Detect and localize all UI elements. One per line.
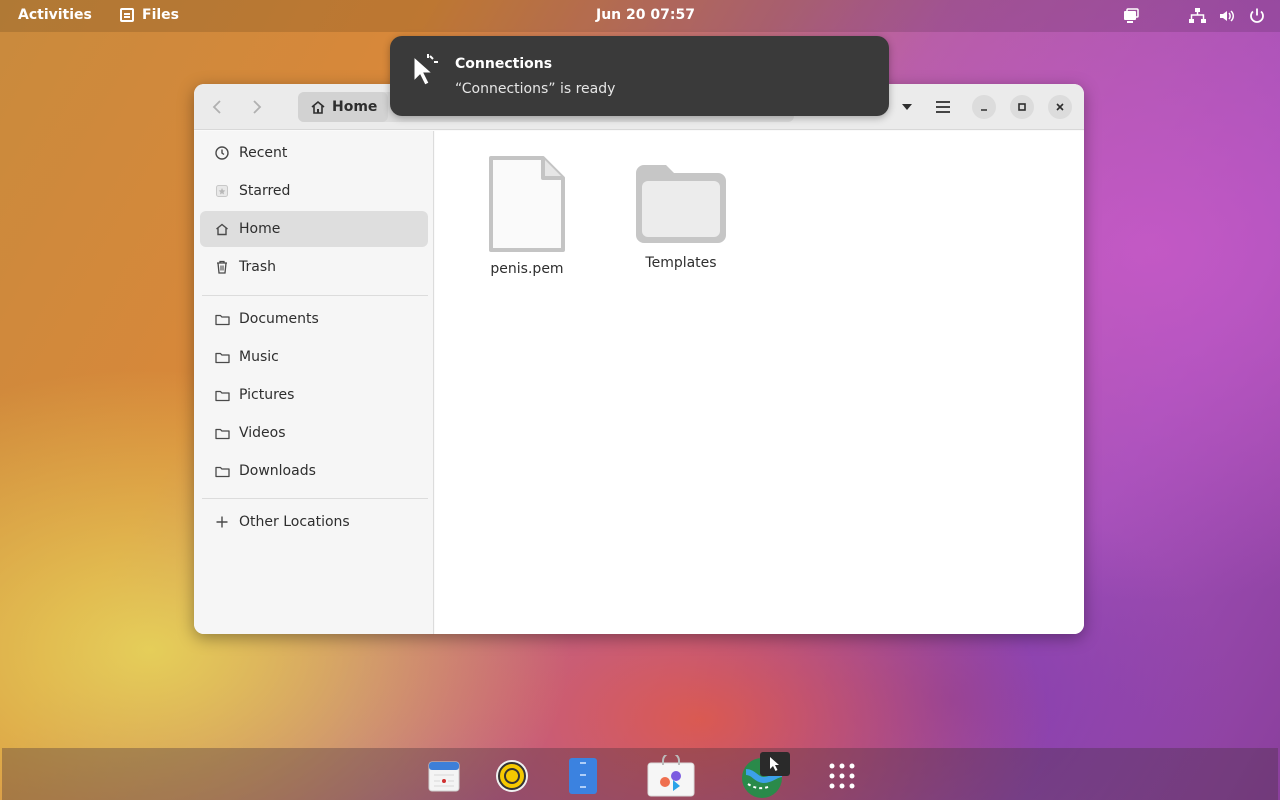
sidebar-item-label: Documents	[239, 311, 319, 327]
forward-button[interactable]	[244, 95, 268, 119]
path-home-label: Home	[332, 99, 378, 115]
sidebar-item-downloads[interactable]: Downloads	[200, 453, 428, 489]
power-icon[interactable]	[1248, 7, 1266, 25]
app-menu[interactable]: Files	[120, 7, 179, 23]
software-icon[interactable]	[646, 754, 696, 798]
sidebar-item-label: Downloads	[239, 463, 316, 479]
activities-button[interactable]: Activities	[18, 7, 92, 23]
sidebar-item-trash[interactable]: Trash	[200, 249, 428, 285]
folder-icon	[636, 165, 726, 243]
path-home-button[interactable]: Home	[298, 92, 388, 122]
chevron-right-icon	[253, 100, 262, 114]
sidebar-item-starred[interactable]: Starred	[200, 173, 428, 209]
home-icon	[311, 100, 325, 114]
notification-banner[interactable]: Connections “Connections” is ready	[390, 36, 889, 116]
sidebar-item-videos[interactable]: Videos	[200, 415, 428, 451]
dock	[2, 748, 1278, 800]
folder-icon	[214, 387, 230, 403]
notification-title: Connections	[455, 56, 553, 72]
minimize-icon	[981, 109, 987, 111]
files-window: Home Recent Starred Home Trash Documents…	[194, 84, 1084, 634]
sidebar-item-label: Recent	[239, 145, 288, 161]
sidebar-divider	[202, 295, 428, 296]
home-icon	[214, 221, 230, 237]
sidebar: Recent Starred Home Trash Documents Musi…	[194, 131, 434, 634]
file-item[interactable]: penis.pem	[467, 155, 587, 277]
show-apps-icon[interactable]	[820, 754, 864, 798]
network-icon[interactable]	[1188, 7, 1206, 25]
sidebar-item-label: Trash	[239, 259, 276, 275]
clock[interactable]: Jun 20 07:57	[596, 7, 695, 23]
view-options-button[interactable]	[892, 92, 922, 122]
maximize-icon	[1018, 103, 1026, 111]
clock-icon	[214, 145, 230, 161]
trash-icon	[214, 259, 230, 275]
rhythmbox-icon[interactable]	[490, 754, 534, 798]
sidebar-item-label: Starred	[239, 183, 291, 199]
calendar-icon[interactable]	[422, 754, 466, 798]
back-button[interactable]	[206, 95, 230, 119]
files-app-icon	[120, 8, 134, 22]
app-menu-label: Files	[142, 7, 179, 23]
sidebar-item-label: Pictures	[239, 387, 295, 403]
sidebar-item-home[interactable]: Home	[200, 211, 428, 247]
connections-icon[interactable]	[736, 752, 792, 798]
folder-icon	[214, 425, 230, 441]
top-bar: Activities Files Jun 20 07:57	[0, 0, 1280, 32]
connections-icon	[408, 53, 444, 89]
sidebar-divider	[202, 498, 428, 499]
sidebar-item-label: Other Locations	[239, 514, 350, 530]
folder-icon	[214, 349, 230, 365]
system-tray[interactable]	[1122, 7, 1266, 25]
maximize-button[interactable]	[1010, 95, 1034, 119]
sidebar-item-label: Music	[239, 349, 279, 365]
minimize-button[interactable]	[972, 95, 996, 119]
star-icon	[214, 183, 230, 199]
plus-icon	[214, 514, 230, 530]
sidebar-item-music[interactable]: Music	[200, 339, 428, 375]
file-view[interactable]: penis.pem Templates	[435, 131, 1084, 634]
folder-icon	[214, 463, 230, 479]
file-name: penis.pem	[490, 261, 564, 277]
sidebar-item-label: Videos	[239, 425, 286, 441]
hamburger-menu-icon	[936, 101, 950, 113]
file-name: Templates	[645, 255, 717, 271]
sidebar-item-pictures[interactable]: Pictures	[200, 377, 428, 413]
chevron-down-icon	[902, 104, 912, 110]
sidebar-item-recent[interactable]: Recent	[200, 135, 428, 171]
folder-item[interactable]: Templates	[621, 161, 741, 271]
remote-desktop-icon[interactable]	[1122, 7, 1140, 25]
sidebar-item-other-locations[interactable]: Other Locations	[200, 504, 428, 540]
close-icon	[1056, 103, 1064, 111]
sidebar-item-documents[interactable]: Documents	[200, 301, 428, 337]
volume-icon[interactable]	[1218, 7, 1236, 25]
chevron-left-icon	[212, 100, 221, 114]
close-button[interactable]	[1048, 95, 1072, 119]
main-menu-button[interactable]	[928, 92, 958, 122]
sidebar-item-label: Home	[239, 221, 281, 237]
text-editor-icon[interactable]	[561, 754, 605, 798]
file-icon	[489, 156, 565, 252]
notification-body: “Connections” is ready	[455, 81, 616, 97]
folder-icon	[214, 311, 230, 327]
